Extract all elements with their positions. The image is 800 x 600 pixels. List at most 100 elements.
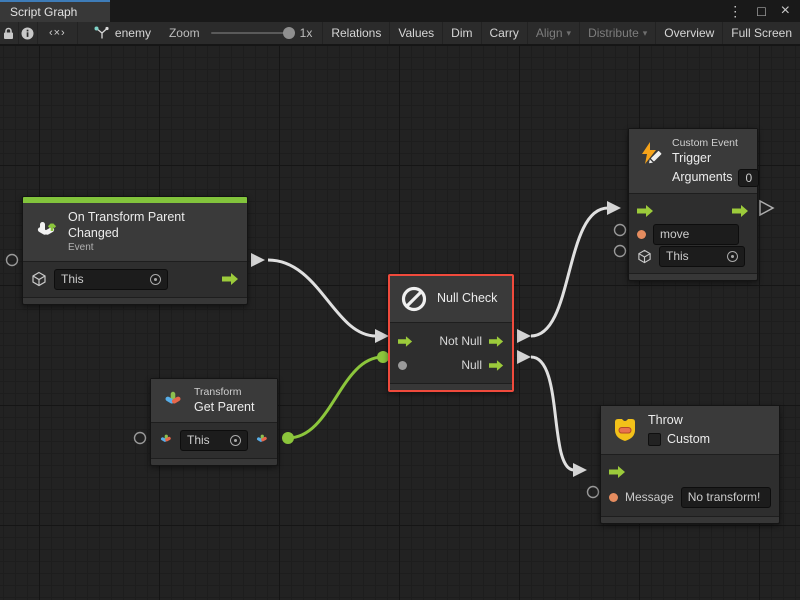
node-category: Custom Event bbox=[672, 137, 759, 151]
gameobject-cube-icon bbox=[31, 271, 47, 287]
node-title: Null Check bbox=[437, 291, 497, 307]
custom-event-icon bbox=[639, 141, 663, 167]
chevron-down-icon: ▾ bbox=[567, 28, 572, 39]
flow-output-arrow-icon[interactable] bbox=[489, 336, 504, 347]
breadcrumb[interactable]: ‹×› bbox=[38, 22, 78, 44]
wire-getparent-to-nullcheck bbox=[288, 357, 383, 438]
node-throw[interactable]: Throw Custom Message No transform! bbox=[600, 405, 780, 524]
target-field[interactable]: This bbox=[180, 430, 248, 451]
zoom-value: 1x bbox=[300, 26, 313, 40]
close-icon[interactable]: × bbox=[781, 3, 790, 19]
custom-checkbox[interactable] bbox=[648, 433, 661, 446]
event-flow-output-port[interactable] bbox=[251, 253, 265, 267]
info-button[interactable] bbox=[19, 22, 38, 44]
node-footer bbox=[23, 297, 247, 304]
wire-null-to-throw bbox=[531, 357, 574, 470]
node-get-parent[interactable]: Transform Get Parent This bbox=[150, 378, 278, 466]
flow-input-arrow-icon[interactable] bbox=[637, 205, 654, 217]
node-footer bbox=[601, 516, 779, 523]
target-field[interactable]: This bbox=[659, 246, 745, 267]
tab-title: Script Graph bbox=[10, 5, 77, 19]
node-null-check[interactable]: Null Check Not Null Null bbox=[388, 274, 514, 392]
message-field[interactable]: No transform! bbox=[681, 487, 771, 508]
node-footer bbox=[390, 383, 512, 390]
node-footer bbox=[629, 273, 757, 280]
transform-event-icon bbox=[33, 219, 59, 245]
flow-output-arrow-icon[interactable] bbox=[222, 273, 239, 285]
node-title: Trigger bbox=[672, 151, 759, 167]
node-trigger-custom-event[interactable]: Custom Event Trigger Arguments 0 bbox=[628, 128, 758, 281]
values-button[interactable]: Values bbox=[390, 22, 443, 44]
relations-button[interactable]: Relations bbox=[323, 22, 390, 44]
object-picker-icon[interactable] bbox=[230, 435, 241, 446]
window-menu-icon[interactable]: ⋮ bbox=[728, 4, 742, 18]
getparent-target-input-port[interactable] bbox=[135, 433, 146, 444]
getparent-value-output-port[interactable] bbox=[282, 432, 294, 444]
nullcheck-flow-input-arrowhead[interactable] bbox=[375, 329, 389, 343]
throw-message-input-port[interactable] bbox=[588, 487, 599, 498]
flow-input-arrow-icon[interactable] bbox=[609, 466, 626, 478]
node-on-transform-parent-changed[interactable]: On Transform Parent Changed Event This bbox=[22, 196, 248, 305]
zoom-slider-handle[interactable] bbox=[283, 27, 295, 39]
node-footer bbox=[151, 458, 277, 465]
carry-button[interactable]: Carry bbox=[482, 22, 528, 44]
null-port-label: Null bbox=[461, 358, 482, 372]
node-title: Get Parent bbox=[194, 400, 254, 416]
flow-output-arrow-icon[interactable] bbox=[489, 360, 504, 371]
trigger-target-input-port[interactable] bbox=[615, 246, 626, 257]
zoom-slider[interactable] bbox=[211, 32, 293, 34]
lock-icon bbox=[3, 27, 14, 40]
custom-checkbox-label: Custom bbox=[667, 432, 710, 448]
node-subtitle: Event bbox=[68, 241, 237, 254]
transform-output-icon[interactable] bbox=[255, 433, 269, 447]
dim-button[interactable]: Dim bbox=[443, 22, 481, 44]
node-title: On Transform Parent Changed bbox=[68, 210, 237, 241]
graph-icon bbox=[94, 26, 109, 40]
flow-output-arrow-icon[interactable] bbox=[732, 205, 749, 217]
nullcheck-null-output-port[interactable] bbox=[517, 350, 531, 364]
node-category: Transform bbox=[194, 386, 254, 400]
message-label: Message bbox=[625, 490, 674, 504]
graph-name-label: enemy bbox=[115, 26, 151, 40]
event-name-field[interactable]: move bbox=[653, 224, 739, 245]
transform-input-icon[interactable] bbox=[159, 433, 173, 447]
tab-script-graph[interactable]: Script Graph bbox=[0, 0, 110, 22]
overview-button[interactable]: Overview bbox=[656, 22, 723, 44]
object-picker-icon[interactable] bbox=[727, 251, 738, 262]
arguments-field[interactable]: 0 bbox=[738, 169, 759, 187]
string-input-dot[interactable] bbox=[637, 230, 646, 239]
gameobject-cube-icon bbox=[637, 249, 652, 264]
chevron-down-icon: ▾ bbox=[643, 28, 648, 39]
tab-bar: Script Graph ⋮ □ × bbox=[0, 0, 800, 22]
trigger-flow-output-port[interactable] bbox=[760, 201, 773, 215]
breadcrumb-icon: ‹×› bbox=[49, 27, 66, 39]
graph-canvas[interactable]: On Transform Parent Changed Event This bbox=[0, 45, 800, 600]
window-controls: ⋮ □ × bbox=[728, 0, 800, 22]
distribute-button[interactable]: Distribute▾ bbox=[580, 22, 656, 44]
not-null-port-label: Not Null bbox=[439, 334, 482, 348]
zoom-control: Zoom 1x bbox=[165, 22, 323, 44]
info-icon bbox=[21, 27, 34, 40]
null-check-icon bbox=[400, 285, 428, 313]
trigger-name-input-port[interactable] bbox=[615, 225, 626, 236]
object-picker-icon[interactable] bbox=[150, 274, 161, 285]
graph-toolbar: ‹×› enemy Zoom 1x Relations Values Dim C… bbox=[0, 22, 800, 45]
trigger-flow-input-arrowhead[interactable] bbox=[607, 201, 621, 215]
arguments-label: Arguments bbox=[672, 170, 732, 186]
event-target-input-port[interactable] bbox=[7, 255, 18, 266]
lock-button[interactable] bbox=[0, 22, 19, 44]
transform-icon bbox=[161, 389, 185, 413]
full-screen-button[interactable]: Full Screen bbox=[723, 22, 800, 44]
align-button[interactable]: Align▾ bbox=[528, 22, 580, 44]
string-input-dot[interactable] bbox=[609, 493, 618, 502]
throw-flow-input-arrowhead[interactable] bbox=[573, 463, 587, 477]
nullcheck-notnull-output-port[interactable] bbox=[517, 329, 531, 343]
error-icon bbox=[611, 416, 639, 444]
target-field[interactable]: This bbox=[54, 269, 168, 290]
flow-input-arrow-icon[interactable] bbox=[398, 336, 413, 347]
wire-notnull-to-trigger bbox=[531, 208, 608, 336]
wire-event-to-nullcheck bbox=[268, 260, 376, 336]
value-input-dot[interactable] bbox=[398, 361, 407, 370]
maximize-icon[interactable]: □ bbox=[757, 4, 765, 18]
graph-name-group: enemy bbox=[78, 22, 165, 44]
